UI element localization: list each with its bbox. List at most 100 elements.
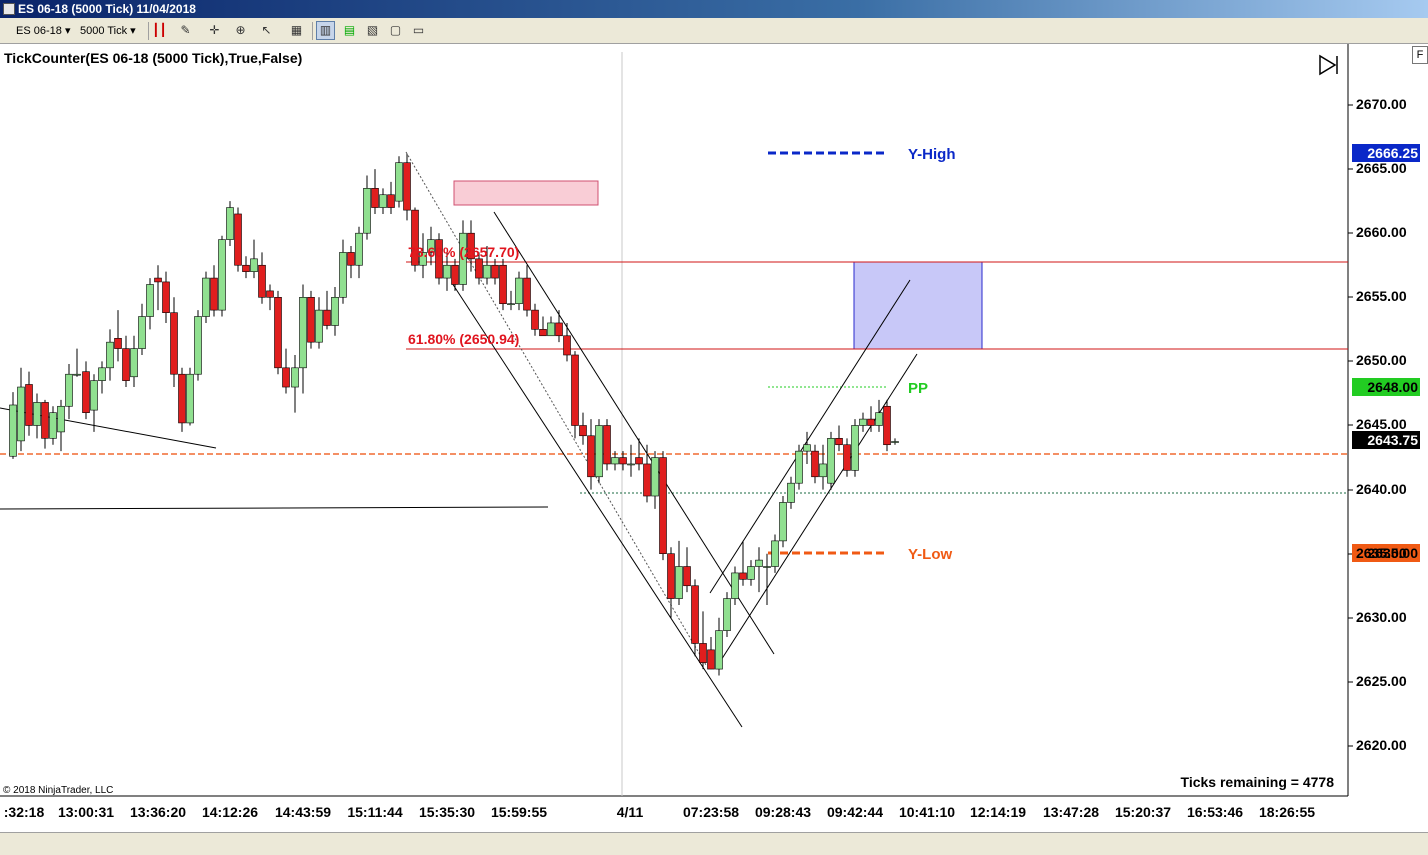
down-candle xyxy=(323,309,331,326)
bars-button[interactable]: ▥ xyxy=(316,21,335,40)
copyright-text: © 2018 NinjaTrader, LLC xyxy=(3,785,114,796)
down-candle xyxy=(739,572,747,580)
down-candle xyxy=(707,649,715,670)
up-candle xyxy=(483,264,491,279)
price-chart[interactable] xyxy=(0,44,1428,832)
support-line xyxy=(0,506,549,510)
y-axis-tick: 2630.00 xyxy=(1356,609,1407,625)
up-candle xyxy=(507,303,515,306)
up-candle xyxy=(771,540,779,567)
window-title: ES 06-18 (5000 Tick) 11/04/2018 xyxy=(18,2,196,16)
scroll-to-end-icon[interactable] xyxy=(1318,54,1340,76)
up-candle xyxy=(611,457,619,465)
up-candle xyxy=(755,559,763,567)
down-candle xyxy=(170,312,178,375)
x-axis-tick: 13:00:31 xyxy=(57,804,115,820)
up-candle xyxy=(595,425,603,478)
down-candle xyxy=(499,264,507,305)
crosshair-button[interactable]: ✛ xyxy=(205,21,224,40)
magnifier-plus-icon: ⊕ xyxy=(235,23,246,37)
up-candle xyxy=(827,438,835,484)
up-candle xyxy=(795,450,803,484)
properties-button[interactable]: ▦ xyxy=(287,21,306,40)
down-candle xyxy=(178,373,186,424)
up-candle xyxy=(859,418,867,426)
up-channel-upper xyxy=(709,279,911,594)
up-candle xyxy=(651,457,659,497)
indicators-button[interactable]: ▤ xyxy=(340,21,359,40)
down-candle xyxy=(347,252,355,266)
x-axis-tick: 13:47:28 xyxy=(1042,804,1100,820)
x-axis-tick: 15:59:55 xyxy=(490,804,548,820)
pointer-button[interactable]: ↖ xyxy=(257,21,276,40)
down-candle xyxy=(282,367,290,388)
x-axis-tick: 14:12:26 xyxy=(201,804,259,820)
down-candle xyxy=(571,354,579,426)
up-candle xyxy=(299,297,307,369)
chevron-down-icon: ▾ xyxy=(64,25,71,37)
down-candle xyxy=(25,384,33,426)
x-axis-tick: :32:18 xyxy=(3,804,45,820)
horizontal-scrollbar[interactable] xyxy=(0,832,1428,855)
up-candle xyxy=(17,386,25,442)
down-candle xyxy=(699,643,707,663)
chart-style-button[interactable]: ┃┃ xyxy=(150,21,169,40)
down-candle xyxy=(82,371,90,413)
up-candle xyxy=(106,341,114,369)
x-axis-tick: 13:36:20 xyxy=(129,804,187,820)
fib-618-label: 61.80% (2650.94) xyxy=(408,331,520,347)
down-candle xyxy=(41,402,49,439)
pp-label: PP xyxy=(908,380,929,397)
zoom-in-button[interactable]: ⊕ xyxy=(231,21,250,40)
ticks-remaining: Ticks remaining = 4778 xyxy=(1180,774,1334,790)
strategy-icon: ▧ xyxy=(366,23,379,37)
databox-icon: ▭ xyxy=(412,23,425,37)
down-candle xyxy=(122,348,130,381)
bars-icon: ▥ xyxy=(319,23,332,37)
up-candle xyxy=(339,252,347,298)
down-candle xyxy=(531,309,539,330)
interval-selector[interactable]: 5000 Tick ▾ xyxy=(80,22,136,40)
down-candle xyxy=(667,553,675,599)
up-candle xyxy=(73,373,81,376)
up-candle xyxy=(851,425,859,471)
down-candle xyxy=(266,290,274,298)
x-axis-tick: 15:35:30 xyxy=(418,804,476,820)
templates-button[interactable]: ▢ xyxy=(386,21,405,40)
target-zone-rect xyxy=(853,261,983,350)
instrument-selector[interactable]: ES 06-18 ▾ xyxy=(16,22,70,40)
down-candle xyxy=(843,444,851,471)
strategies-button[interactable]: ▧ xyxy=(363,21,382,40)
panel-corner-button[interactable]: F xyxy=(1412,46,1428,64)
data-box-button[interactable]: ▭ xyxy=(409,21,428,40)
supply-zone-rect xyxy=(453,180,599,206)
y-axis-tick: 2625.00 xyxy=(1356,673,1407,689)
toolbar-divider xyxy=(148,22,149,40)
down-candle xyxy=(403,162,411,211)
up-candle xyxy=(363,188,371,234)
up-candle xyxy=(747,566,755,580)
up-candle xyxy=(547,322,555,337)
up-candle xyxy=(218,239,226,311)
app-icon xyxy=(3,3,15,15)
x-axis-tick: 16:53:46 xyxy=(1186,804,1244,820)
interval-label: 5000 Tick xyxy=(80,25,128,37)
y-axis-tick: 2645.00 xyxy=(1356,416,1407,432)
down-candle xyxy=(491,264,499,279)
down-candle xyxy=(835,438,843,446)
up-candle xyxy=(723,598,731,631)
up-candle xyxy=(355,232,363,266)
last-price-tag: 2643.75 xyxy=(1352,431,1420,449)
down-candle xyxy=(387,194,395,208)
drawing-tools-button[interactable]: ✎ xyxy=(176,21,195,40)
down-candle xyxy=(619,457,627,465)
pp-price-tag: 2648.00 xyxy=(1352,378,1420,396)
y-low-label: Y-Low xyxy=(908,546,953,563)
y-high-label: Y-High xyxy=(908,146,956,163)
down-candle xyxy=(691,585,699,644)
up-candle xyxy=(146,284,154,317)
candlestick-icon: ┃┃ xyxy=(152,23,167,37)
x-axis-tick: 10:41:10 xyxy=(898,804,956,820)
y-axis-tick: 2620.00 xyxy=(1356,737,1407,753)
up-candle xyxy=(379,194,387,208)
